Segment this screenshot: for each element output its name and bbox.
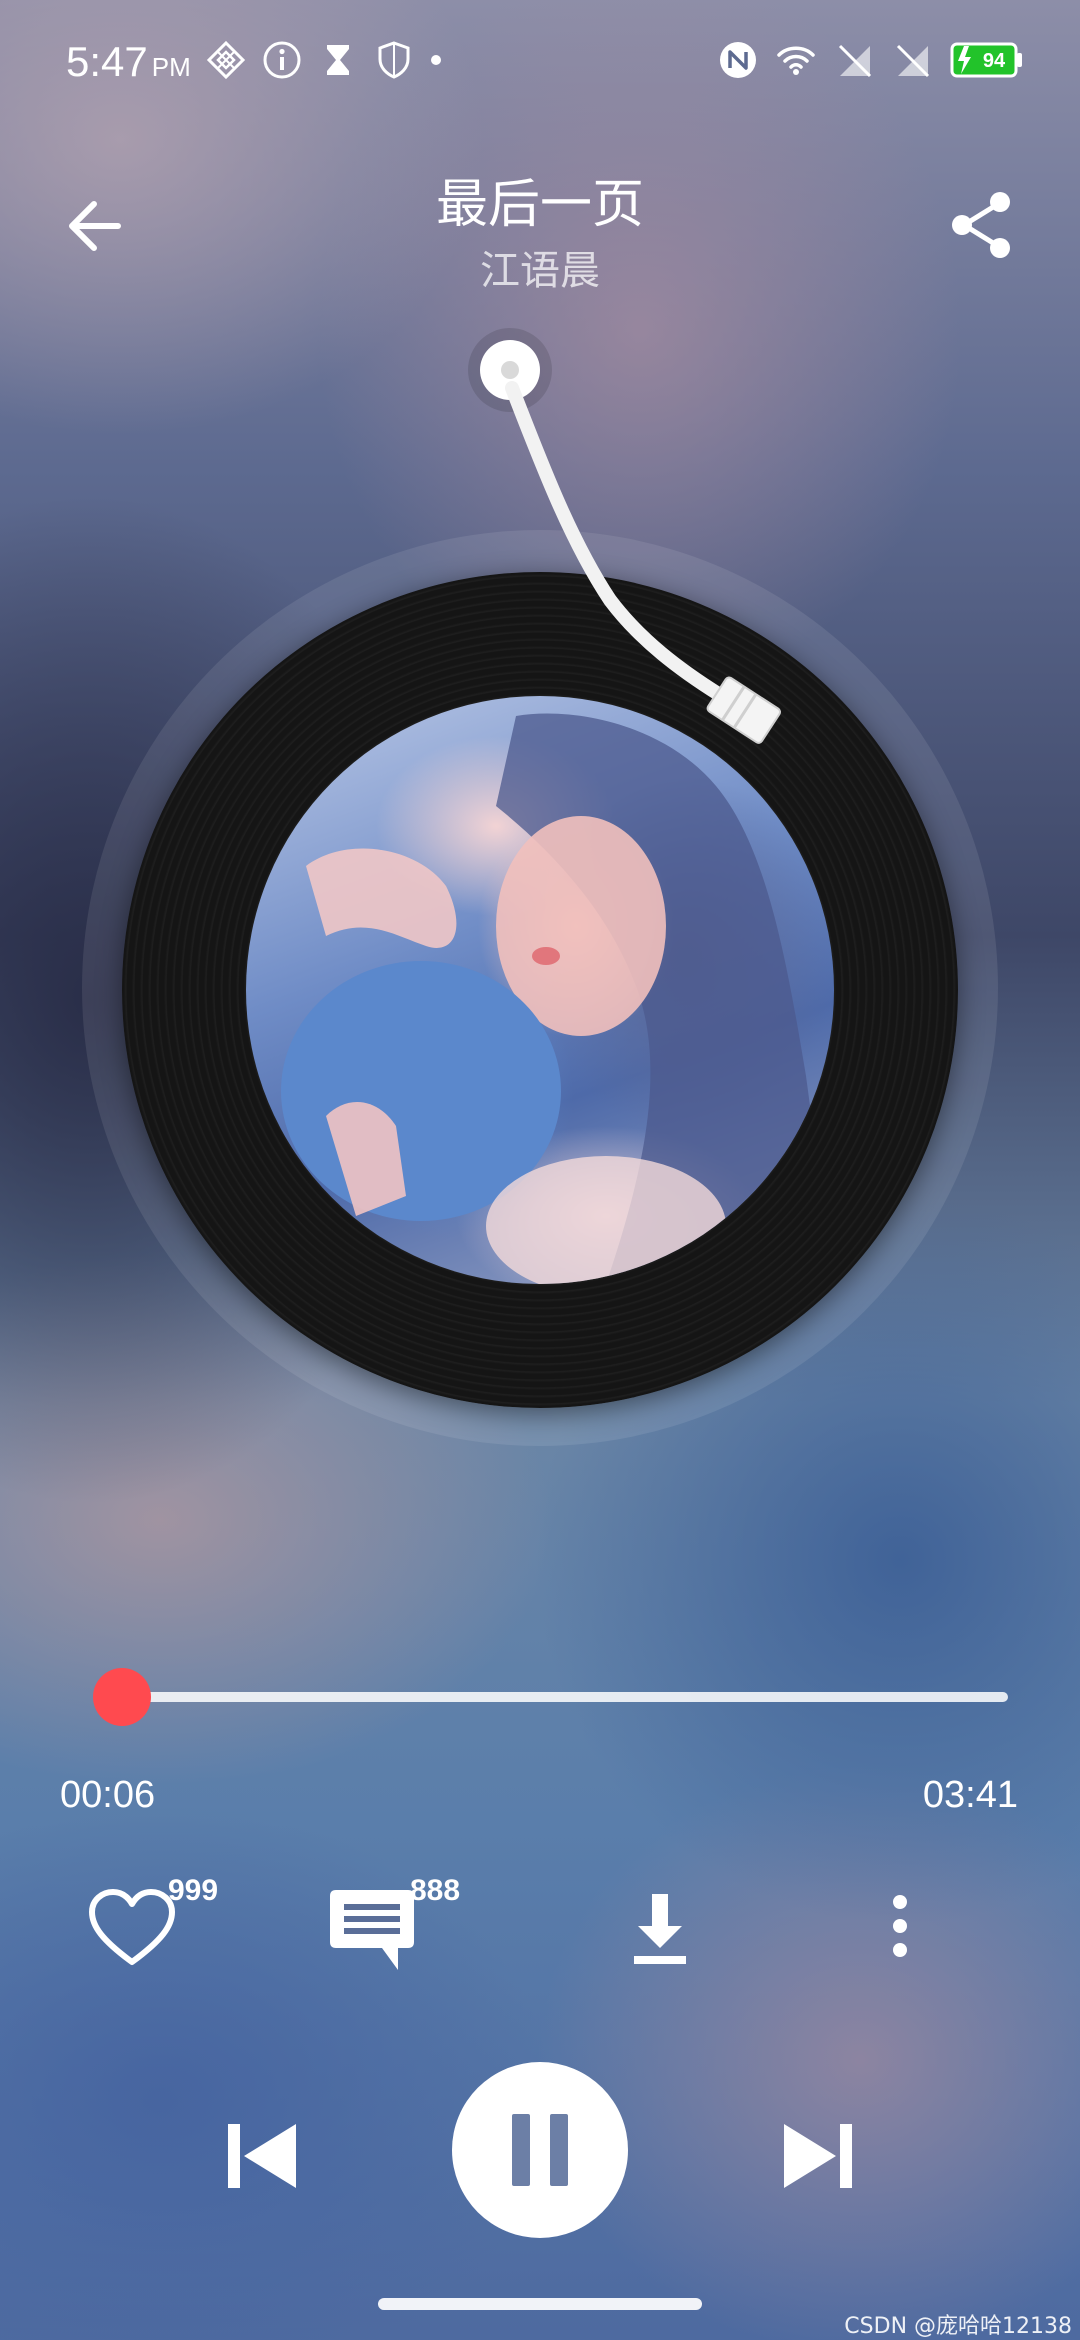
next-track-button[interactable] [770,2106,870,2206]
download-icon [634,1894,686,1964]
watermark: CSDN @庞哈哈12138 [844,2314,1072,2339]
info-icon [263,41,301,79]
skip-previous-icon [228,2124,296,2188]
battery-level: 94 [983,50,1006,72]
album-cover-art [281,713,834,1284]
comment-count: 888 [410,1874,461,1907]
comment-button[interactable]: 888 [322,1874,460,1980]
dot-icon [431,55,441,65]
more-vertical-icon [893,1895,907,1957]
artist-name: 江语晨 [480,248,600,294]
hourglass-icon [327,45,349,75]
status-clock: 5:47 [66,38,148,85]
skip-next-icon [784,2124,852,2188]
battery-charging-icon: 94 [950,42,1022,78]
network-grid-icon [206,40,246,80]
status-right-icons: 94 [718,40,1024,80]
no-sim-icon [838,44,872,78]
elapsed-time: 00:06 [60,1774,156,1816]
wifi-icon [777,46,815,75]
status-left-icons [206,40,442,80]
home-indicator[interactable] [378,2298,702,2310]
nfc-icon [720,42,756,78]
shield-icon [378,41,410,79]
status-bar: 5:47 PM 94 [0,0,1080,130]
like-count: 999 [168,1874,219,1907]
more-button[interactable] [850,1880,950,1980]
comment-icon [330,1890,414,1970]
like-button[interactable]: 999 [82,1874,218,1980]
pause-icon [512,2114,568,2186]
tonearm [468,328,782,744]
heart-icon [89,1889,175,1965]
share-button[interactable] [942,186,1020,264]
pause-button[interactable] [452,2062,628,2238]
song-title: 最后一页 [435,175,644,235]
progress-thumb[interactable] [92,1668,151,1726]
album-cover [246,696,834,1284]
progress-track[interactable] [96,1692,1008,1702]
status-time: 5:47 PM [66,38,191,86]
download-button[interactable] [610,1880,710,1980]
status-ampm: PM [151,52,191,82]
total-time: 03:41 [922,1774,1018,1816]
previous-track-button[interactable] [210,2106,310,2206]
no-sim-icon [896,44,930,78]
